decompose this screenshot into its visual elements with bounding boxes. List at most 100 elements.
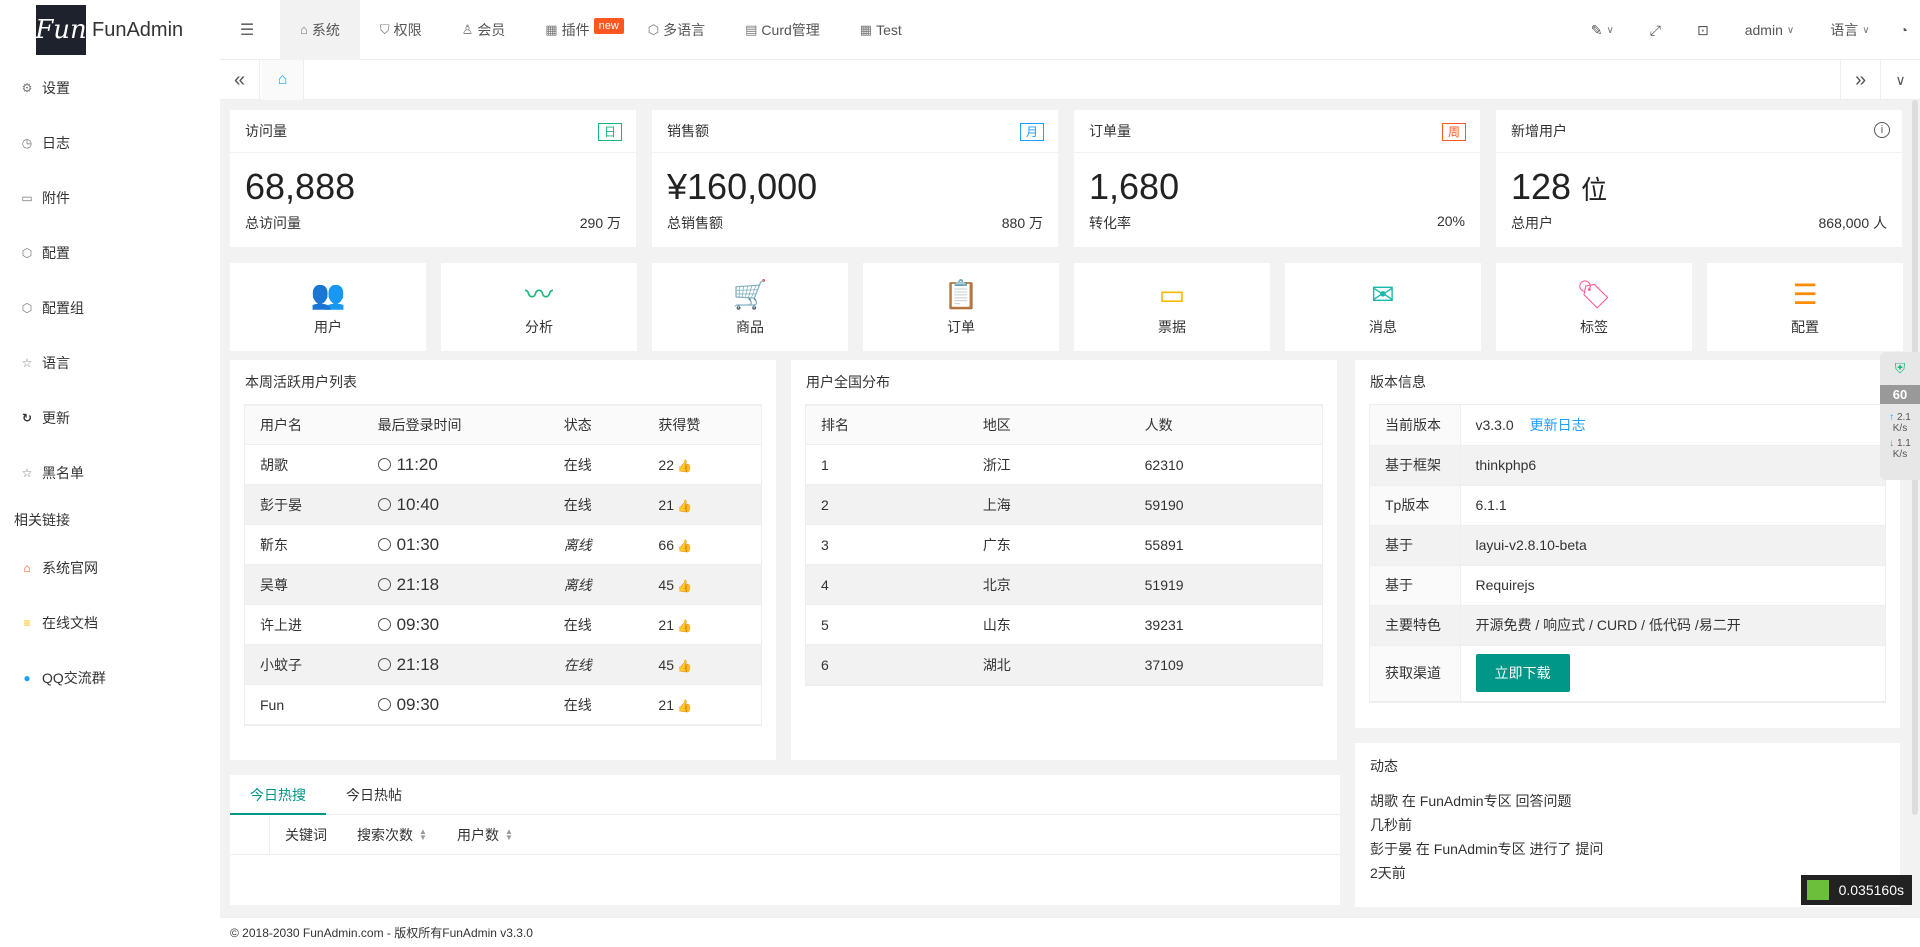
nav-item-member[interactable]: ♙ 会员 [442, 0, 526, 60]
menu-toggle-icon[interactable]: ☰ [230, 20, 264, 40]
fullscreen-icon: ⤢ [1649, 21, 1661, 38]
network-speed-widget[interactable]: ⛨ 60 ↑ 2.1 K/s ↓ 1.1 K/s [1880, 352, 1920, 480]
top-nav: ☰ ⌂ 系统 ⛉ 权限 ♙ 会员 ▦ 插件 new ⬡ 多语言 ▤ Curd管理 ▦ Test [230, 0, 922, 60]
cube-icon: ⬡ [21, 300, 33, 315]
star-icon: ☆ [21, 355, 33, 370]
stat-foot-value: 880 万 [1001, 215, 1043, 231]
quick-link-config[interactable]: ☰ 配置 [1707, 263, 1903, 351]
tag-icon: 🏷 [1576, 279, 1612, 310]
speed-unit: K/s [1892, 423, 1908, 434]
new-badge: new [593, 18, 624, 34]
sidebar-item-blacklist[interactable]: ☆ 黑名单 [0, 445, 220, 500]
activity-time: 几秒前 [1370, 817, 1412, 833]
sidebar-item-config-group[interactable]: ⬡ 配置组 [0, 280, 220, 335]
table-row: 5 山东 39231 [806, 604, 1322, 645]
stat-card-sales: 销售额 月 ¥160,000 总销售额 880 万 [652, 110, 1058, 247]
language-menu[interactable]: 语言 ∨ [1812, 20, 1887, 40]
stat-foot-label: 总用户 [1511, 215, 1553, 231]
qq-icon: ● [23, 670, 31, 685]
home-icon: ⌂ [23, 560, 31, 575]
sliders-icon: ☰ [1792, 279, 1818, 310]
nav-item-curd[interactable]: ▤ Curd管理 [725, 0, 840, 60]
tab-today-hot-search[interactable]: 今日热搜 [230, 775, 326, 815]
table-row: Fun 09:30 在线 21 👍 [245, 684, 761, 725]
stat-foot-label: 总访问量 [245, 215, 301, 231]
main-scrollbar[interactable] [1910, 100, 1920, 907]
tab-today-hot-posts[interactable]: 今日热帖 [326, 775, 422, 814]
table-row: 6 湖北 37109 [806, 644, 1322, 685]
quick-link-analysis[interactable]: 〰分析 [441, 263, 637, 351]
sidebar-item-update[interactable]: ↻ 更新 [0, 390, 220, 445]
file-icon: ▤ [745, 22, 758, 37]
dashboard-button[interactable]: ◔ [1888, 22, 1920, 38]
stat-value: 1,680 [1089, 166, 1180, 207]
nav-item-plugin[interactable]: ▦ 插件 new [525, 0, 643, 60]
clock-icon: ◷ [21, 135, 33, 150]
download-button[interactable]: 立即下载 [1475, 654, 1570, 692]
sidebar-item-attachments[interactable]: ▭ 附件 [0, 170, 220, 225]
quick-link-messages[interactable]: ✉ 消息 [1285, 263, 1481, 351]
logo-mark: Fun [35, 5, 87, 55]
mail-icon: ✉ [1371, 279, 1395, 310]
sidebar-link-website[interactable]: ⌂ 系统官网 [0, 540, 220, 595]
table-row: 获取渠道 立即下载 [1370, 645, 1885, 702]
version-panel: 版本信息 当前版本 v3.3.0 更新日志 基于框架 thinkphp6 Tp版本 6.… [1355, 360, 1900, 728]
table-row: 当前版本 v3.3.0 更新日志 [1370, 405, 1885, 446]
logo-text: FunAdmin [92, 18, 184, 41]
active-users-table: 用户名 最后登录时间 状态 获得赞 胡歌 11:20 在线 22 👍 彭于晏 10:40 在… [245, 405, 761, 725]
table-row: 胡歌 11:20 在线 22 👍 [245, 444, 761, 485]
nav-item-auth[interactable]: ⛉ 权限 [360, 0, 442, 60]
quick-link-tags[interactable]: 🏷 标签 [1496, 263, 1692, 351]
quick-link-bills[interactable]: ▭ 票据 [1074, 263, 1270, 351]
home-tab-icon[interactable]: ⌂ [262, 60, 304, 100]
fullscreen-button[interactable]: ⤢ [1632, 22, 1679, 39]
tabs-scroll-left-icon[interactable]: « [220, 60, 260, 100]
nav-item-test[interactable]: ▦ Test [840, 0, 922, 60]
sidebar-item-language[interactable]: ☆ 语言 [0, 335, 220, 390]
quick-link-users[interactable]: 👥 用户 [230, 263, 426, 351]
page-timer-badge[interactable]: 0.035160s [1800, 875, 1912, 905]
stat-foot-label: 总销售额 [667, 215, 723, 231]
sidebar-item-logs[interactable]: ◷ 日志 [0, 115, 220, 170]
nav-item-language[interactable]: ⬡ 多语言 [644, 0, 725, 60]
table-row: 吴尊 21:18 离线 45 👍 [245, 564, 761, 605]
hot-table-header: 关键词 搜索次数 ▲ ▼ 用户数 ▲ ▼ [230, 814, 1340, 855]
top-header: Fun FunAdmin ☰ ⌂ 系统 ⛉ 权限 ♙ 会员 ▦ 插件 new ⬡ 多语言 ▤… [0, 0, 1920, 60]
score-value: 60 [1880, 385, 1920, 404]
stat-card-visits: 访问量 日 68,888 总访问量 290 万 [230, 110, 636, 247]
tabs-scroll-right-icon[interactable]: » [1840, 60, 1880, 100]
refresh-icon: ↻ [21, 410, 33, 425]
clock-icon [377, 697, 391, 711]
panel-title: 用户全国分布 [806, 374, 890, 390]
active-users-panel: 本周活跃用户列表 用户名 最后登录时间 状态 获得赞 胡歌 11:20 在线 22 👍 … [230, 360, 776, 760]
thumbs-up-icon: 👍 [676, 618, 692, 633]
user-menu[interactable]: admin ∨ [1727, 22, 1812, 38]
distribution-table: 排名 地区 人数 1 浙江 62310 2 上海 59190 3 广东 55891 4 北京 5… [806, 405, 1322, 685]
sidebar-item-settings[interactable]: ⚙ 设置 [0, 60, 220, 115]
sidebar-item-config[interactable]: ⬡ 配置 [0, 225, 220, 280]
image-icon: ▭ [21, 190, 33, 205]
checkbox-column [230, 814, 270, 855]
speed-unit: K/s [1892, 449, 1908, 460]
stat-value: 68,888 [245, 166, 356, 207]
sidebar-link-docs[interactable]: ≡ 在线文档 [0, 595, 220, 650]
quick-link-orders[interactable]: 📋 订单 [863, 263, 1059, 351]
lock-button[interactable]: ⊡ [1679, 22, 1727, 39]
thumbs-up-icon: 👍 [676, 458, 692, 473]
nav-item-system[interactable]: ⌂ 系统 [280, 0, 360, 60]
info-icon[interactable]: i [1874, 122, 1890, 138]
sidebar-link-qq[interactable]: ● QQ交流群 [0, 650, 220, 705]
theme-button[interactable]: ✎ ∨ [1573, 22, 1632, 39]
stat-title: 销售额 [667, 123, 709, 139]
card-icon: ▭ [1158, 279, 1186, 310]
thumbs-up-icon: 👍 [676, 698, 692, 713]
tabs-menu-chevron-icon[interactable]: ∨ [1880, 60, 1920, 100]
quick-link-goods[interactable]: 🛒 商品 [652, 263, 848, 351]
download-icon: ↓ [1889, 438, 1895, 449]
sort-icon[interactable]: ▲ ▼ [419, 827, 427, 841]
table-row: 4 北京 51919 [806, 564, 1322, 605]
stat-foot-value: 868,000 人 [1818, 215, 1888, 231]
sort-icon[interactable]: ▲ ▼ [505, 827, 513, 841]
logo[interactable]: Fun FunAdmin [0, 0, 220, 60]
changelog-link[interactable]: 更新日志 [1530, 417, 1586, 433]
